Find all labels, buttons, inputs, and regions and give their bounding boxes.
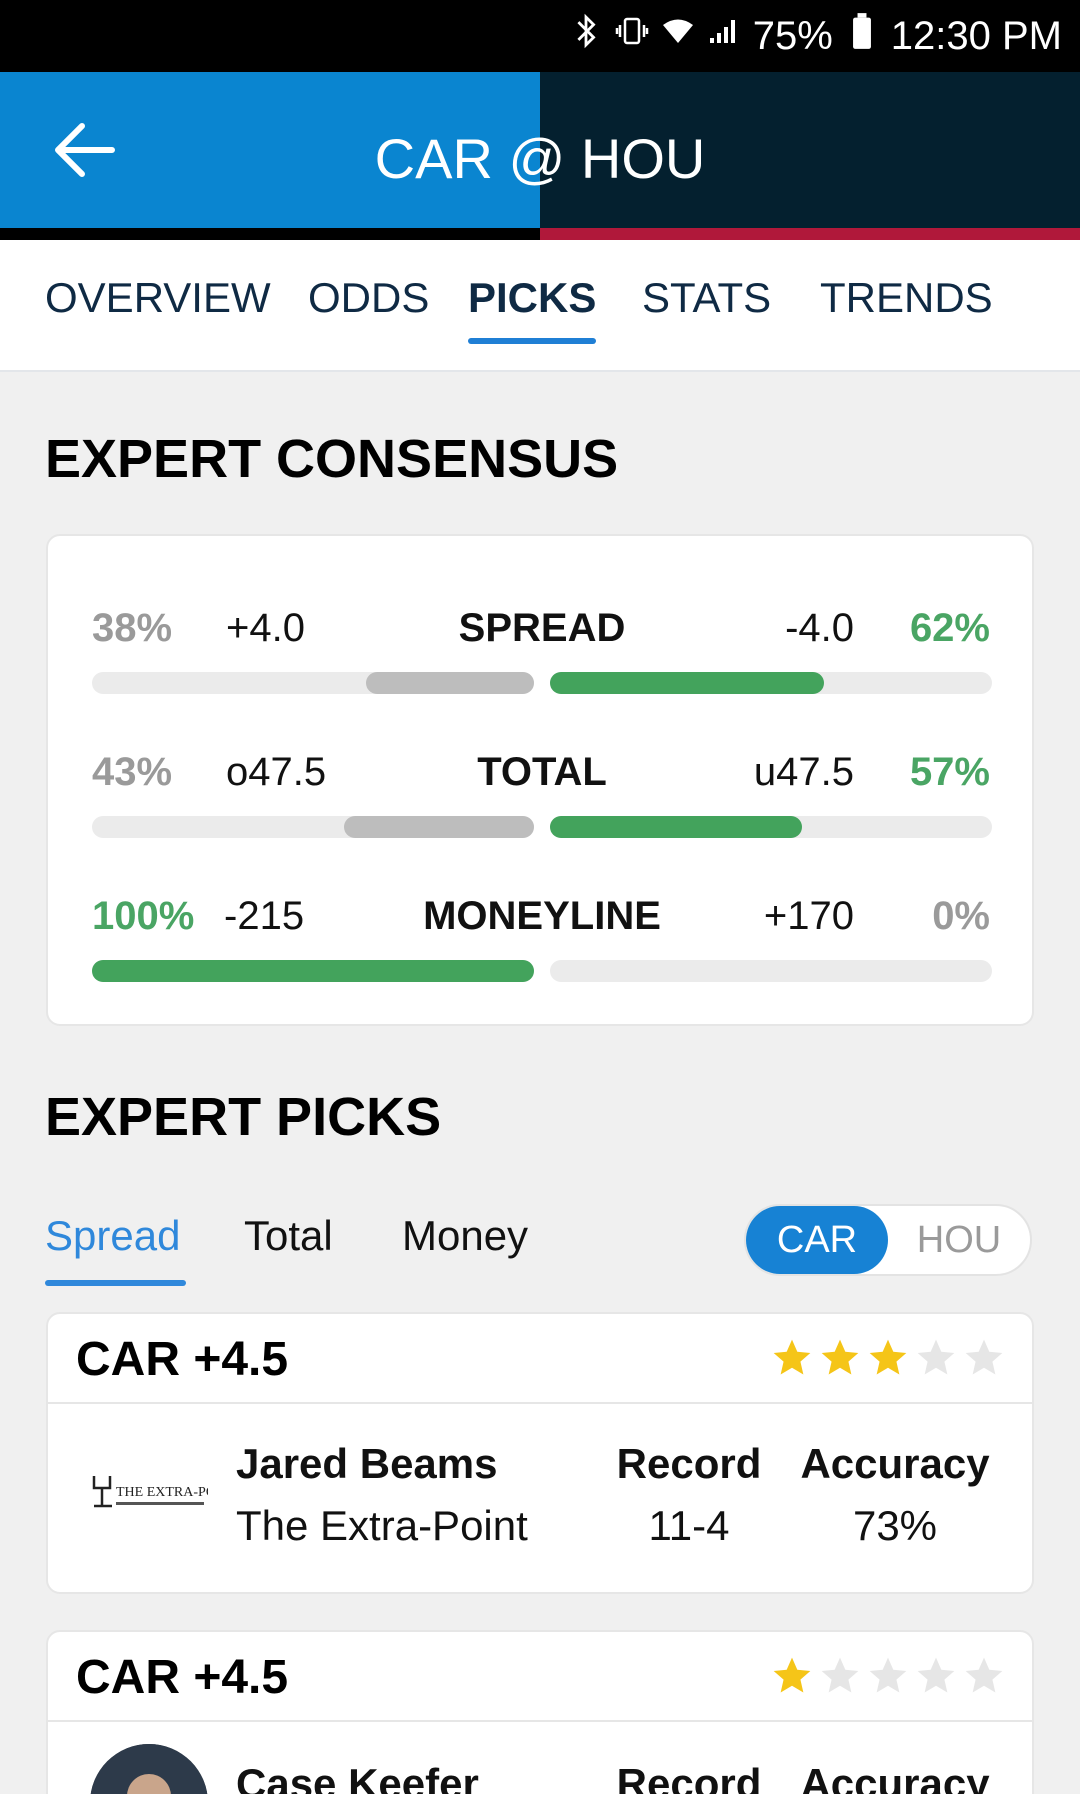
star-empty-icon [965, 1657, 1003, 1693]
pick-line: CAR +4.5 [76, 1333, 289, 1386]
record-value: 11-4 [648, 1502, 730, 1549]
total-left-track [92, 816, 534, 838]
moneyline-left-odds: -215 [224, 894, 305, 938]
tab-bar: OVERVIEW ODDS PICKS STATS TRENDS [0, 240, 1080, 372]
status-bar: 75% 12:30 PM [0, 0, 1080, 72]
team-toggle: CAR HOU [744, 1204, 1032, 1276]
star-filled-icon [773, 1657, 811, 1693]
extra-point-logo: THE EXTRA-POINT [90, 1466, 240, 1522]
clock: 12:30 PM [890, 13, 1062, 58]
star-filled-icon [869, 1339, 907, 1375]
consensus-card: 38% +4.0 SPREAD -4.0 62% 43% o47.5 TOTAL… [46, 534, 1034, 1026]
total-right-pct: 57% [909, 750, 990, 794]
filter-money[interactable]: Money [402, 1212, 528, 1260]
filter-spread[interactable]: Spread [45, 1212, 180, 1260]
spread-right-odds: -4.0 [785, 606, 854, 650]
star-filled-icon [773, 1339, 811, 1375]
expert-name[interactable]: Jared Beams [236, 1440, 498, 1488]
total-label: TOTAL [477, 750, 607, 794]
moneyline-left-track [92, 960, 534, 982]
battery-icon [845, 12, 879, 60]
active-filter-indicator [45, 1280, 186, 1286]
tab-trends[interactable]: TRENDS [820, 274, 993, 322]
spread-left-odds: +4.0 [226, 606, 305, 650]
bluetooth-icon [569, 12, 603, 60]
accuracy-header: Accuracy [800, 1440, 990, 1487]
tab-overview[interactable]: OVERVIEW [45, 274, 271, 322]
tab-odds[interactable]: ODDS [308, 274, 429, 322]
star-empty-icon [917, 1657, 955, 1693]
tab-stats[interactable]: STATS [642, 274, 771, 322]
consensus-title: EXPERT CONSENSUS [45, 429, 619, 489]
vibrate-icon [615, 12, 649, 60]
star-rating [770, 1336, 1006, 1380]
star-filled-icon [821, 1339, 859, 1375]
active-tab-indicator [468, 338, 596, 344]
pick-card[interactable]: CAR +4.5 THE EXTRA-POINT Jared Beams The… [46, 1312, 1034, 1594]
star-empty-icon [917, 1339, 955, 1375]
toggle-car[interactable]: CAR [746, 1206, 888, 1274]
accuracy-header: Accuracy [800, 1760, 990, 1794]
home-team-stripe [540, 228, 1080, 240]
filter-total[interactable]: Total [244, 1212, 333, 1260]
star-empty-icon [965, 1339, 1003, 1375]
accuracy-value: 73% [852, 1502, 938, 1549]
pick-card-header: CAR +4.5 [48, 1314, 1032, 1404]
record-header: Record [616, 1760, 762, 1794]
total-left-pct: 43% [92, 750, 173, 794]
moneyline-right-odds: +170 [763, 894, 854, 938]
spread-right-track [550, 672, 992, 694]
spread-right-bar [550, 672, 824, 694]
toggle-hou[interactable]: HOU [888, 1206, 1030, 1274]
logo-text: THE EXTRA-POINT [116, 1485, 208, 1500]
expert-avatar [90, 1744, 208, 1794]
total-right-bar [550, 816, 802, 838]
spread-left-pct: 38% [92, 606, 173, 650]
page-title: CAR @ HOU [374, 127, 706, 190]
away-team-stripe [0, 228, 540, 240]
pick-card[interactable]: CAR +4.5 Case Keefer Record Accuracy [46, 1630, 1034, 1794]
total-left-odds: o47.5 [226, 750, 327, 794]
moneyline-left-bar [92, 960, 534, 982]
moneyline-right-track [550, 960, 992, 982]
expert-name[interactable]: Case Keefer [236, 1760, 479, 1794]
tab-picks[interactable]: PICKS [468, 274, 596, 322]
moneyline-right-pct: 0% [932, 894, 990, 938]
spread-left-bar [366, 672, 534, 694]
star-rating [770, 1654, 1006, 1698]
record-header: Record [616, 1440, 762, 1487]
expert-org: The Extra-Point [236, 1502, 528, 1549]
spread-left-track [92, 672, 534, 694]
pick-card-header: CAR +4.5 [48, 1632, 1032, 1722]
spread-right-pct: 62% [909, 606, 990, 650]
status-icons: 75% 12:30 PM [569, 12, 1062, 60]
pick-line: CAR +4.5 [76, 1651, 289, 1704]
total-right-track [550, 816, 992, 838]
star-empty-icon [821, 1657, 859, 1693]
wifi-icon [661, 12, 695, 60]
game-header: CAR @ HOU [0, 72, 1080, 240]
moneyline-label: MONEYLINE [423, 894, 661, 938]
total-right-odds: u47.5 [753, 750, 854, 794]
star-empty-icon [869, 1657, 907, 1693]
moneyline-left-pct: 100% [92, 894, 195, 938]
total-left-bar [344, 816, 534, 838]
signal-icon [707, 12, 741, 60]
battery-percent: 75% [752, 13, 833, 58]
spread-label: SPREAD [458, 606, 626, 650]
picks-title: EXPERT PICKS [45, 1087, 442, 1147]
